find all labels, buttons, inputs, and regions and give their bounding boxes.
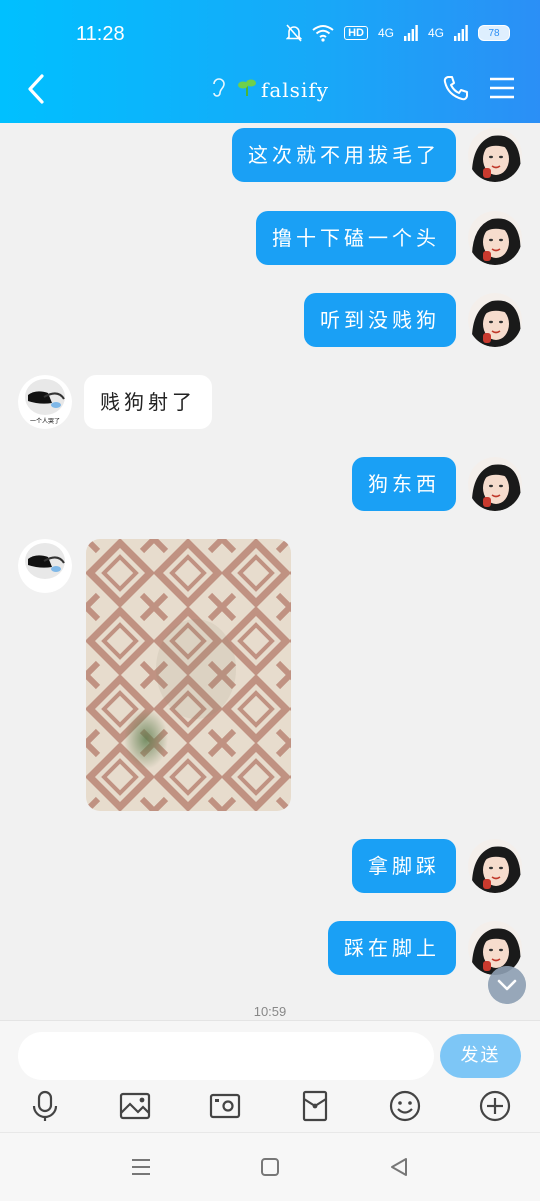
contact-avatar[interactable]: 一个人哭了 — [18, 375, 72, 429]
red-packet-icon[interactable] — [298, 1089, 332, 1123]
avatar-caption: 一个人哭了 — [30, 418, 60, 425]
home-icon[interactable] — [258, 1155, 282, 1179]
emoji-icon[interactable] — [388, 1089, 422, 1123]
network-4g-label-2: 4G — [427, 26, 444, 40]
contact-avatar[interactable] — [18, 539, 72, 593]
system-nav-bar — [0, 1132, 540, 1201]
message-bubble-sent[interactable]: 拿脚踩 — [352, 839, 456, 893]
signal-icon — [403, 25, 418, 41]
nav-bar: falsify — [0, 60, 540, 120]
microphone-icon[interactable] — [28, 1089, 62, 1123]
send-button[interactable]: 发送 — [440, 1034, 521, 1078]
wifi-icon — [312, 25, 334, 42]
phone-icon[interactable] — [442, 74, 470, 102]
message-bubble-sent[interactable]: 这次就不用拔毛了 — [232, 128, 456, 182]
image-message[interactable] — [86, 539, 291, 811]
toolbar — [0, 1087, 540, 1129]
message-input[interactable] — [18, 1032, 434, 1080]
message-bubble-sent[interactable]: 狗东西 — [352, 457, 456, 511]
message-bubble-sent[interactable]: 踩在脚上 — [328, 921, 456, 975]
chat-header: 11:28 HD 4G 4G 78 falsify — [0, 0, 540, 123]
message-bubble-received[interactable]: 贱狗射了 — [84, 375, 212, 429]
status-icons: HD 4G 4G 78 — [286, 24, 510, 42]
contact-name: falsify — [260, 78, 330, 102]
scroll-to-bottom-icon[interactable] — [488, 966, 526, 1004]
my-avatar[interactable] — [468, 293, 522, 347]
status-time: 11:28 — [76, 23, 125, 45]
plus-icon[interactable] — [478, 1089, 512, 1123]
message-timestamp: 10:59 — [253, 1004, 287, 1019]
signal-icon-2 — [454, 25, 468, 41]
message-bubble-sent[interactable]: 撸十下磕一个头 — [256, 211, 456, 265]
my-avatar[interactable] — [468, 839, 522, 893]
sprout-icon — [237, 77, 257, 102]
my-avatar[interactable] — [468, 128, 522, 182]
message-list[interactable]: 这次就不用拔毛了 撸十下磕一个头 听到没贱狗 一个人哭了 贱狗射了 狗东西 拿脚… — [0, 123, 540, 1020]
input-area: 发送 — [0, 1020, 540, 1133]
image-icon[interactable] — [118, 1089, 152, 1123]
battery-icon: 78 — [478, 25, 510, 41]
menu-icon[interactable] — [488, 76, 516, 100]
mute-bell-icon — [286, 24, 303, 42]
message-bubble-sent[interactable]: 听到没贱狗 — [304, 293, 456, 347]
recent-apps-icon[interactable] — [129, 1155, 153, 1179]
back-nav-icon[interactable] — [387, 1155, 411, 1179]
status-bar: 11:28 HD 4G 4G 78 — [0, 18, 540, 54]
my-avatar[interactable] — [468, 211, 522, 265]
ear-icon — [211, 77, 227, 102]
my-avatar[interactable] — [468, 457, 522, 511]
camera-icon[interactable] — [208, 1089, 242, 1123]
network-4g-label: 4G — [377, 26, 394, 40]
hd-badge: HD — [344, 26, 368, 40]
